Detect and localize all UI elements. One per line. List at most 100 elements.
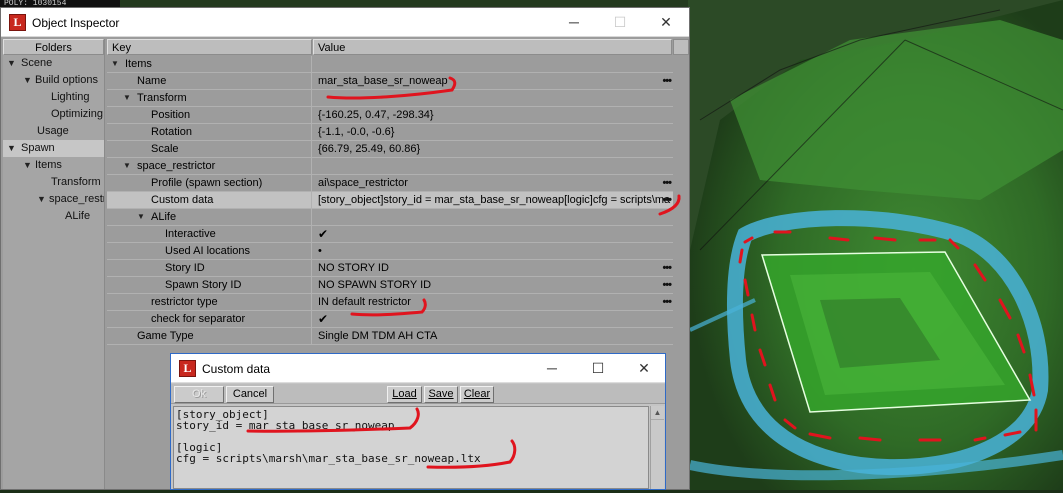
tree-item-label: Spawn [21,142,55,154]
dialog-minimize-button[interactable]: ─ [529,354,575,383]
property-value-cell[interactable]: Single DM TDM AH CTA [313,328,673,344]
property-row[interactable]: Rotation {-1.1, -0.0, -0.6} [107,124,673,141]
property-key-cell: Interactive [107,226,312,242]
tree-item[interactable]: ▼ Scene [3,55,104,72]
property-row[interactable]: ▼ Transform [107,90,673,107]
property-row[interactable]: Scale {66.79, 25.49, 60.86} [107,141,673,158]
cancel-button[interactable]: Cancel [226,386,274,403]
expand-triangle-icon[interactable]: ▼ [23,157,32,174]
folders-tree: ▼ Scene ▼ Build options Lighting Optimizing Us… [3,55,104,225]
ellipsis-button[interactable]: ••• [662,192,672,208]
tree-item-label: ALife [65,210,91,222]
ellipsis-button[interactable]: ••• [662,175,672,191]
tree-item[interactable]: Lighting [3,89,104,106]
maximize-button[interactable]: ☐ [597,8,643,37]
property-value-cell[interactable] [313,56,673,72]
tree-item-label: space_restr [49,193,104,205]
property-row[interactable]: Name mar_sta_base_sr_noweap ••• [107,73,673,90]
property-value-cell[interactable]: {-160.25, 0.47, -298.34} [313,107,673,123]
property-key-cell: restrictor type [107,294,312,310]
property-row[interactable]: ▼ Items [107,56,673,73]
expand-triangle-icon[interactable]: ▼ [7,55,16,72]
property-value-cell[interactable]: NO STORY ID ••• [313,260,673,276]
property-row[interactable]: restrictor type IN default restrictor ••• [107,294,673,311]
property-value-cell[interactable]: NO SPAWN STORY ID ••• [313,277,673,293]
property-value-cell[interactable]: {66.79, 25.49, 60.86} [313,141,673,157]
tree-item[interactable]: Transform [3,174,104,191]
property-key-cell: Rotation [107,124,312,140]
load-button[interactable]: Load [387,386,422,403]
expand-triangle-icon[interactable]: ▼ [37,191,46,208]
ellipsis-button[interactable]: ••• [662,73,672,89]
ok-button[interactable]: Ok [174,386,224,403]
key-column-header[interactable]: Key [107,39,312,55]
property-value-cell[interactable]: mar_sta_base_sr_noweap ••• [313,73,673,89]
inspector-titlebar[interactable]: L Object Inspector ─ ☐ ✕ [1,8,689,37]
property-row[interactable]: Profile (spawn section) ai\space_restrict… [107,175,673,192]
property-value-cell[interactable]: {-1.1, -0.0, -0.6} [313,124,673,140]
property-value-cell[interactable] [313,158,673,174]
expand-triangle-icon[interactable]: ▼ [23,72,32,89]
property-key-cell: check for separator [107,311,312,327]
property-key-label: Game Type [137,330,194,342]
property-value-cell[interactable]: ✔ [313,311,673,327]
dialog-titlebar[interactable]: L Custom data ─ ☐ ✕ [171,354,665,383]
tree-item[interactable]: ALife [3,208,104,225]
property-row[interactable]: Position {-160.25, 0.47, -298.34} [107,107,673,124]
ellipsis-button[interactable]: ••• [662,277,672,293]
expand-triangle-icon[interactable]: ▼ [137,209,145,225]
property-key-cell: Game Type [107,328,312,344]
property-value-cell[interactable]: • [313,243,673,259]
property-row[interactable]: ▼ ALife [107,209,673,226]
expand-triangle-icon[interactable]: ▼ [123,158,131,174]
property-value-cell[interactable]: IN default restrictor ••• [313,294,673,310]
expand-triangle-icon[interactable]: ▼ [111,56,119,72]
ellipsis-button[interactable]: ••• [662,260,672,276]
tree-item[interactable]: Optimizing [3,106,104,123]
tree-item[interactable]: ▼ Spawn [3,140,104,157]
dialog-toolbar: Ok Cancel Load Save Clear [171,384,665,404]
property-row[interactable]: Interactive ✔ [107,226,673,243]
expand-triangle-icon[interactable]: ▼ [7,140,16,157]
tree-item[interactable]: ▼ Build options [3,72,104,89]
dialog-close-button[interactable]: ✕ [621,354,667,383]
property-value: mar_sta_base_sr_noweap [318,75,448,87]
folders-header[interactable]: Folders [3,39,104,55]
tree-item-label: Transform [51,176,101,188]
property-value-cell[interactable] [313,90,673,106]
property-value-cell[interactable]: [story_object]story_id = mar_sta_base_sr… [313,192,673,208]
value-column-header[interactable]: Value [313,39,672,55]
dialog-maximize-button[interactable]: ☐ [575,354,621,383]
ellipsis-button[interactable]: ••• [662,294,672,310]
clear-button[interactable]: Clear [460,386,494,403]
property-row[interactable]: Custom data [story_object]story_id = mar_… [107,192,673,209]
property-key-label: Position [151,109,191,121]
property-key-cell: Used AI locations [107,243,312,259]
minimize-button[interactable]: ─ [551,8,597,37]
property-key-label: Transform [137,92,187,104]
property-key-label: Items [125,58,152,70]
scroll-up-arrow-icon[interactable]: ▲ [651,406,664,420]
property-row[interactable]: check for separator ✔ [107,311,673,328]
property-key-label: Name [137,75,167,87]
property-value-cell[interactable] [313,209,673,225]
tree-item[interactable]: ▼ Items [3,157,104,174]
tree-item-label: Lighting [51,91,90,103]
folders-panel: Folders ▼ Scene ▼ Build options Lighting Opti… [3,39,105,489]
custom-data-editor[interactable]: [story_object] story_id = mar_sta_base_s… [173,406,649,489]
property-value: {-1.1, -0.0, -0.6} [318,126,395,138]
editor-scrollbar[interactable]: ▲ [650,406,664,489]
property-row[interactable]: ▼ space_restrictor [107,158,673,175]
property-row[interactable]: Story ID NO STORY ID ••• [107,260,673,277]
property-row[interactable]: Game Type Single DM TDM AH CTA [107,328,673,345]
property-value-cell[interactable]: ai\space_restrictor ••• [313,175,673,191]
tree-item[interactable]: Usage [3,123,104,140]
property-row[interactable]: Used AI locations • [107,243,673,260]
tree-item[interactable]: ▼ space_restr [3,191,104,208]
close-button[interactable]: ✕ [643,8,689,37]
property-key-cell: ▼ ALife [107,209,312,225]
property-row[interactable]: Spawn Story ID NO SPAWN STORY ID ••• [107,277,673,294]
save-button[interactable]: Save [424,386,458,403]
property-value-cell[interactable]: ✔ [313,226,673,242]
expand-triangle-icon[interactable]: ▼ [123,90,131,106]
